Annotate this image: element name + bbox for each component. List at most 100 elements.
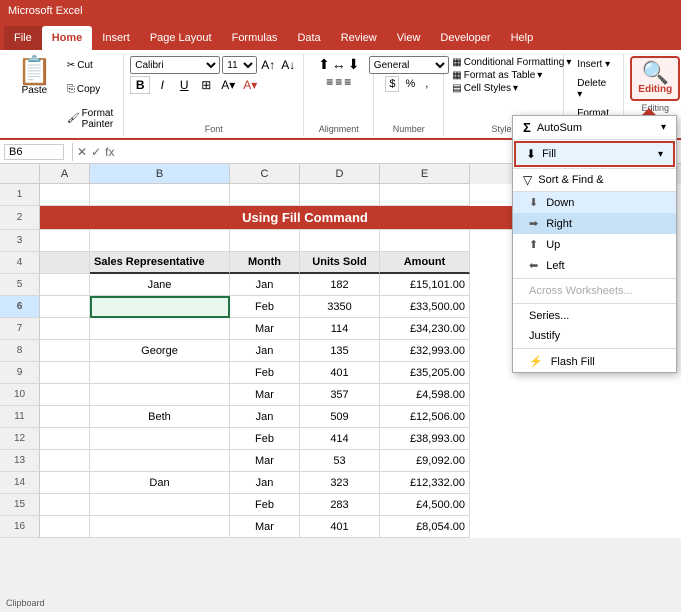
cell-d3[interactable]: [300, 230, 380, 252]
cell-e7[interactable]: £34,230.00: [380, 318, 470, 340]
align-top-button[interactable]: ⬆: [318, 56, 330, 73]
cell-reference-input[interactable]: [4, 144, 64, 160]
tab-page-layout[interactable]: Page Layout: [140, 26, 222, 50]
cell-a11[interactable]: [40, 406, 90, 428]
cell-e4[interactable]: Amount: [380, 252, 470, 274]
cell-a9[interactable]: [40, 362, 90, 384]
fill-right-item[interactable]: ➡ Right: [513, 213, 676, 234]
tab-insert[interactable]: Insert: [92, 26, 140, 50]
font-color-button[interactable]: A▾: [240, 76, 260, 94]
cell-c15[interactable]: Feb: [230, 494, 300, 516]
font-size-select[interactable]: 11: [222, 56, 257, 74]
tab-data[interactable]: Data: [287, 26, 330, 50]
cell-d11[interactable]: 509: [300, 406, 380, 428]
cell-d6[interactable]: 3350: [300, 296, 380, 318]
delete-cells-button[interactable]: Delete ▾: [572, 75, 615, 103]
fill-up-item[interactable]: ⬆ Up: [513, 234, 676, 255]
tab-formulas[interactable]: Formulas: [222, 26, 288, 50]
cell-c4[interactable]: Month: [230, 252, 300, 274]
cell-d10[interactable]: 357: [300, 384, 380, 406]
cell-b10[interactable]: [90, 384, 230, 406]
fill-series-item[interactable]: Series...: [513, 306, 676, 326]
tab-developer[interactable]: Developer: [430, 26, 500, 50]
align-bottom-button[interactable]: ⬇: [348, 56, 360, 73]
conditional-formatting-button[interactable]: ▦ Conditional Formatting ▾: [450, 56, 557, 69]
align-right-button[interactable]: ≡: [344, 75, 351, 89]
tab-home[interactable]: Home: [42, 26, 93, 50]
cell-d16[interactable]: 401: [300, 516, 380, 538]
col-header-b[interactable]: B: [90, 164, 230, 184]
cell-b15[interactable]: [90, 494, 230, 516]
fill-justify-item[interactable]: Justify: [513, 326, 676, 346]
cell-b4[interactable]: Sales Representative: [90, 252, 230, 274]
fill-button[interactable]: ⬇ Fill ▾: [514, 141, 675, 167]
cell-d12[interactable]: 414: [300, 428, 380, 450]
fill-down-item[interactable]: ⬇ Down: [513, 192, 676, 213]
cell-a13[interactable]: [40, 450, 90, 472]
cell-c6[interactable]: Feb: [230, 296, 300, 318]
cell-c11[interactable]: Jan: [230, 406, 300, 428]
cell-a15[interactable]: [40, 494, 90, 516]
cell-b13[interactable]: [90, 450, 230, 472]
cell-c10[interactable]: Mar: [230, 384, 300, 406]
cell-e16[interactable]: £8,054.00: [380, 516, 470, 538]
autosum-row[interactable]: Σ AutoSum ▾: [513, 116, 676, 140]
cell-b12[interactable]: [90, 428, 230, 450]
cell-b7[interactable]: [90, 318, 230, 340]
insert-function-icon[interactable]: fx: [105, 145, 114, 159]
cell-b14[interactable]: Dan: [90, 472, 230, 494]
decrease-font-button[interactable]: A↓: [279, 58, 297, 72]
bold-button[interactable]: B: [130, 76, 150, 94]
cell-b9[interactable]: [90, 362, 230, 384]
cell-c16[interactable]: Mar: [230, 516, 300, 538]
border-button[interactable]: ⊞: [196, 76, 216, 94]
cell-a6[interactable]: [40, 296, 90, 318]
cell-a2[interactable]: [40, 206, 90, 230]
fill-left-item[interactable]: ⬅ Left: [513, 255, 676, 276]
font-name-select[interactable]: Calibri: [130, 56, 220, 74]
cell-d14[interactable]: 323: [300, 472, 380, 494]
cell-styles-button[interactable]: ▤ Cell Styles ▾: [450, 82, 557, 95]
cell-e10[interactable]: £4,598.00: [380, 384, 470, 406]
tab-file[interactable]: File: [4, 26, 42, 50]
cell-c13[interactable]: Mar: [230, 450, 300, 472]
fill-across-item[interactable]: Across Worksheets...: [513, 281, 676, 301]
cell-b11[interactable]: Beth: [90, 406, 230, 428]
cell-a16[interactable]: [40, 516, 90, 538]
cell-b6-selected[interactable]: [90, 296, 230, 318]
cell-c1[interactable]: [230, 184, 300, 206]
cell-b8[interactable]: George: [90, 340, 230, 362]
fill-color-button[interactable]: A▾: [218, 76, 238, 94]
cut-button[interactable]: ✂ Cut: [63, 58, 117, 73]
cell-c14[interactable]: Jan: [230, 472, 300, 494]
cell-c3[interactable]: [230, 230, 300, 252]
align-middle-button[interactable]: ↔: [332, 56, 346, 73]
cell-d9[interactable]: 401: [300, 362, 380, 384]
cell-a10[interactable]: [40, 384, 90, 406]
sort-filter-row[interactable]: ▽ Sort & Find &: [513, 168, 676, 192]
cell-c7[interactable]: Mar: [230, 318, 300, 340]
copy-button[interactable]: ⎘ Copy: [63, 82, 117, 97]
cell-e13[interactable]: £9,092.00: [380, 450, 470, 472]
tab-help[interactable]: Help: [501, 26, 544, 50]
cell-e12[interactable]: £38,993.00: [380, 428, 470, 450]
comma-button[interactable]: ,: [421, 76, 432, 92]
cell-c12[interactable]: Feb: [230, 428, 300, 450]
confirm-formula-icon[interactable]: ✓: [91, 145, 101, 159]
cell-d8[interactable]: 135: [300, 340, 380, 362]
cell-d15[interactable]: 283: [300, 494, 380, 516]
cell-a3[interactable]: [40, 230, 90, 252]
cell-b5[interactable]: Jane: [90, 274, 230, 296]
editing-button[interactable]: 🔍 Editing: [638, 62, 672, 95]
format-as-table-button[interactable]: ▦ Format as Table ▾: [450, 69, 557, 82]
tab-review[interactable]: Review: [331, 26, 387, 50]
cell-e11[interactable]: £12,506.00: [380, 406, 470, 428]
cell-a14[interactable]: [40, 472, 90, 494]
cancel-formula-icon[interactable]: ✕: [77, 145, 87, 159]
underline-button[interactable]: U: [174, 76, 194, 94]
italic-button[interactable]: I: [152, 76, 172, 94]
tab-view[interactable]: View: [387, 26, 431, 50]
cell-b2-title[interactable]: Using Fill Command: [90, 206, 520, 230]
col-header-c[interactable]: C: [230, 164, 300, 184]
cell-a8[interactable]: [40, 340, 90, 362]
